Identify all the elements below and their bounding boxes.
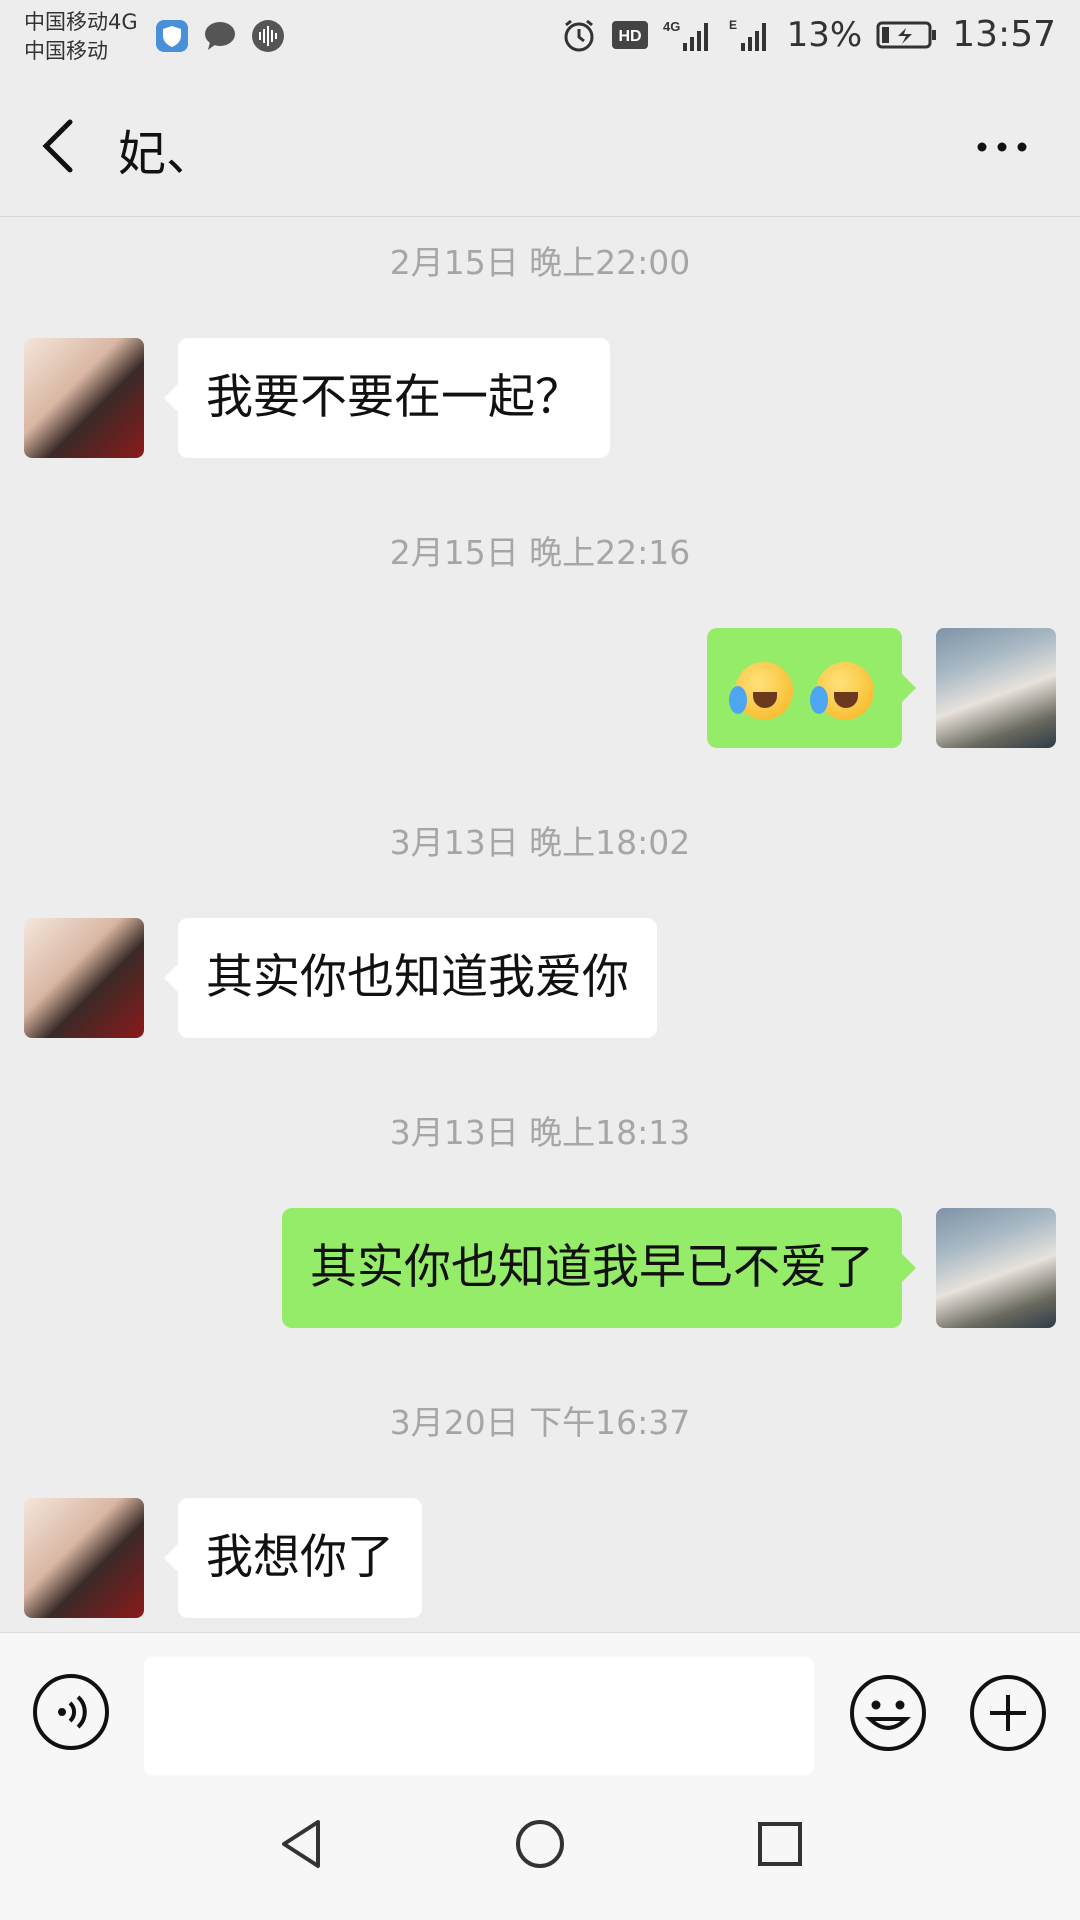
outgoing-message[interactable]: 其实你也知道我早已不爱了 — [282, 1208, 916, 1328]
plus-icon[interactable] — [968, 1673, 1048, 1753]
battery-icon — [876, 21, 937, 48]
notification-icons — [154, 18, 286, 54]
incoming-message[interactable]: 其实你也知道我爱你 — [164, 918, 657, 1038]
audio-icon — [252, 20, 284, 52]
timestamp: 2月15日 晚上22:00 — [389, 243, 691, 282]
hd-icon: HD — [611, 20, 648, 49]
shield-icon — [156, 20, 188, 52]
carrier-secondary: 中国移动 — [24, 39, 108, 63]
crying-laughing-emoji-icon — [729, 661, 794, 720]
nav-back-icon[interactable] — [270, 1812, 334, 1876]
contact-avatar[interactable] — [24, 918, 144, 1038]
svg-text:HD: HD — [618, 28, 641, 45]
status-bar: 中国移动4G 中国移动 HD 4G E 13% 13:57 — [0, 0, 1080, 76]
timestamp: 3月13日 晚上18:02 — [389, 823, 691, 862]
timestamp: 3月20日 下午16:37 — [389, 1403, 691, 1442]
incoming-message[interactable]: 我想你了 — [164, 1498, 422, 1618]
my-avatar[interactable] — [936, 628, 1056, 748]
contact-avatar[interactable] — [24, 1498, 144, 1618]
incoming-message[interactable]: 我要不要在一起？ — [164, 338, 610, 458]
contact-avatar[interactable] — [24, 338, 144, 458]
emoji-icon[interactable] — [848, 1673, 928, 1753]
clock: 13:57 — [952, 14, 1056, 55]
carrier-info: 中国移动4G 中国移动 — [24, 8, 138, 66]
crying-laughing-emoji-icon — [810, 661, 874, 720]
chat-header: 妃、 — [0, 76, 1080, 217]
carrier-primary: 中国移动4G — [24, 10, 138, 34]
timestamp: 2月15日 晚上22:16 — [389, 533, 691, 572]
input-bar — [0, 1632, 1080, 1777]
outgoing-message[interactable] — [707, 628, 916, 748]
system-status: HD 4G E 13% 13:57 — [561, 14, 1056, 55]
signal-4g-icon: 4G — [663, 19, 708, 51]
svg-text:E: E — [729, 18, 737, 32]
signal-e-icon: E — [729, 18, 766, 51]
back-arrow-icon[interactable] — [36, 116, 86, 176]
timestamp: 3月13日 晚上18:13 — [389, 1113, 691, 1152]
message-icon — [205, 22, 235, 50]
more-icon[interactable] — [972, 132, 1032, 162]
chat-screen: 中国移动4G 中国移动 HD 4G E 13% 13:57 妃、 2月15日 晚… — [0, 0, 1080, 1920]
message-list[interactable]: 2月15日 晚上22:00 我要不要在一起？ 2月15日 晚上22:16 3月1… — [0, 216, 1080, 1632]
nav-home-icon[interactable] — [508, 1812, 572, 1876]
my-avatar[interactable] — [936, 1208, 1056, 1328]
message-input[interactable] — [144, 1657, 814, 1775]
battery-percent: 13% — [786, 14, 863, 55]
voice-icon[interactable] — [32, 1673, 110, 1751]
alarm-icon — [564, 19, 594, 51]
svg-text:4G: 4G — [663, 19, 680, 34]
nav-recent-icon[interactable] — [748, 1812, 812, 1876]
chat-title: 妃、 — [118, 126, 215, 182]
system-nav-bar — [0, 1776, 1080, 1920]
